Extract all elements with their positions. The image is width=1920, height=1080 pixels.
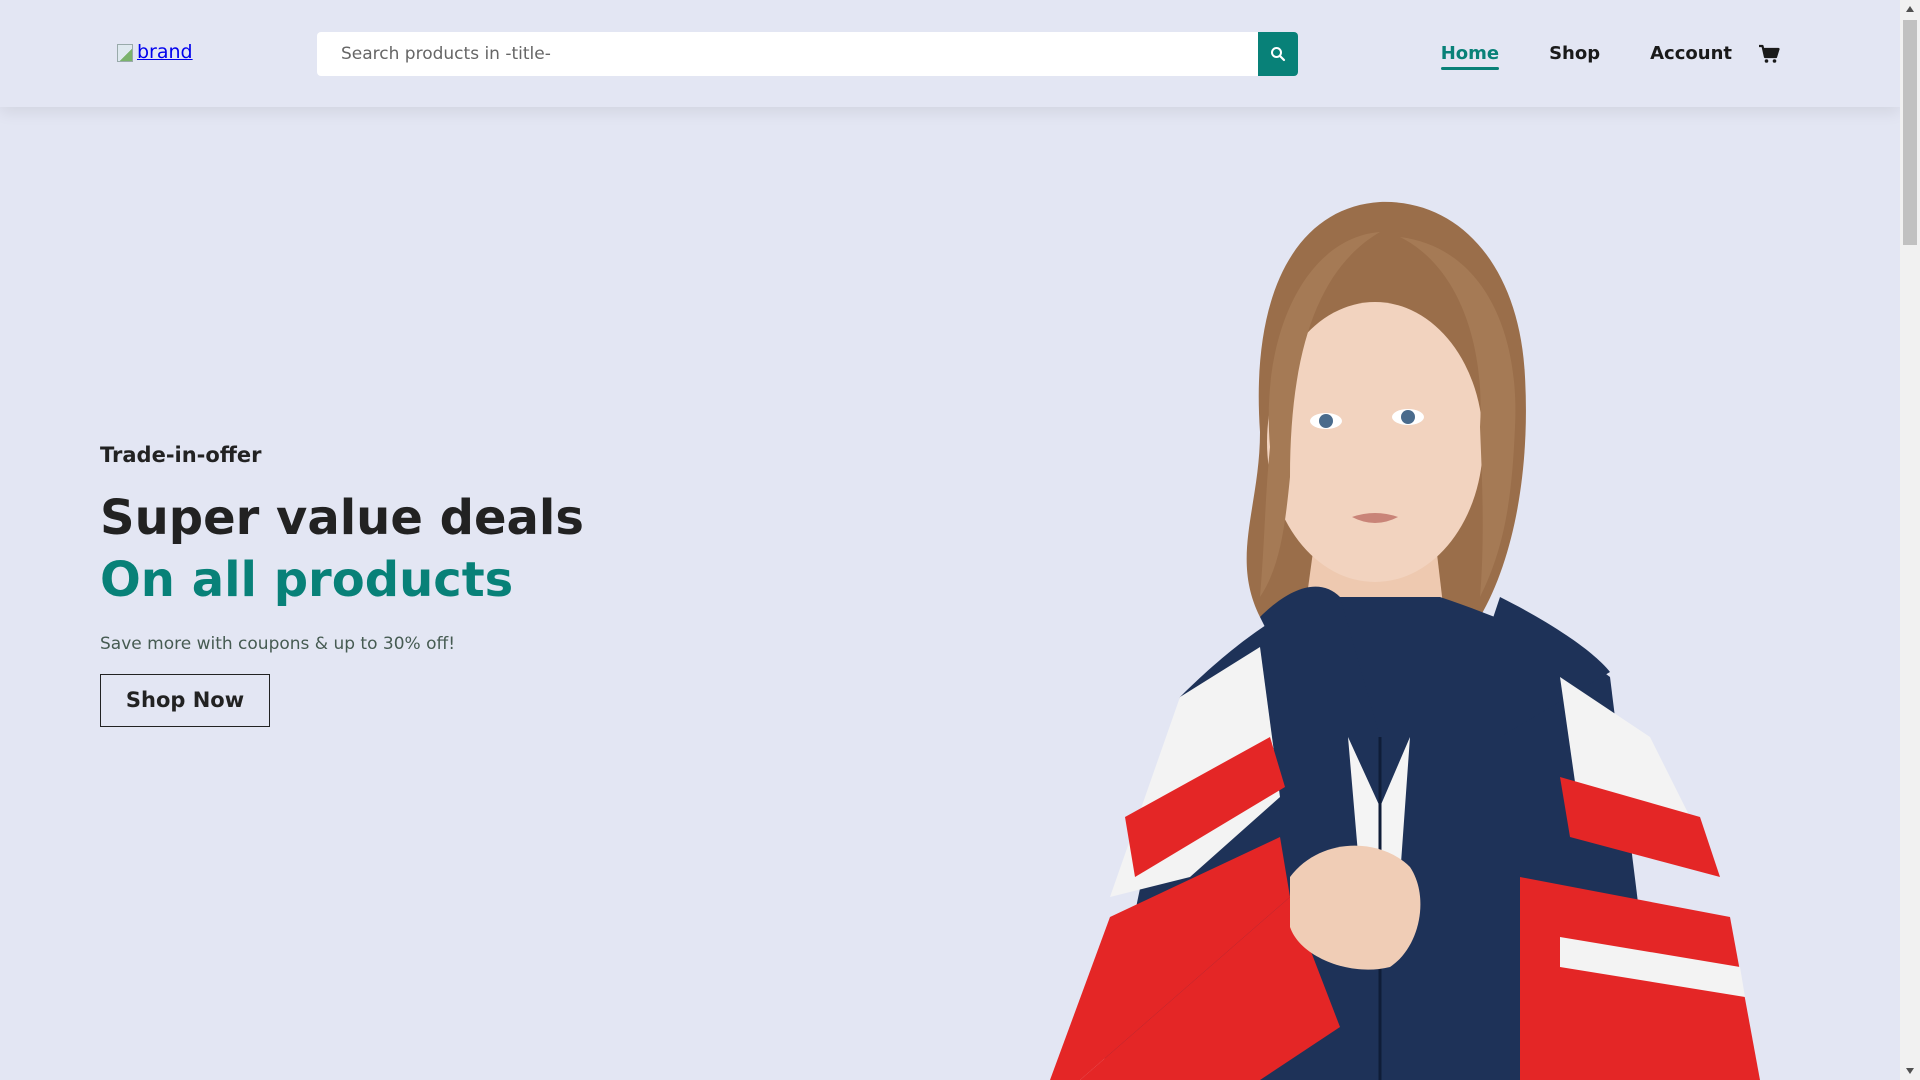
scrollbar[interactable]	[1900, 0, 1920, 1080]
broken-image-icon	[115, 42, 135, 62]
search-button[interactable]	[1258, 32, 1298, 76]
hero-model-image	[1050, 201, 1760, 1080]
hero-headline-accent: On all products	[100, 552, 514, 609]
nav-shop[interactable]: Shop	[1549, 43, 1600, 64]
scroll-thumb[interactable]	[1903, 20, 1917, 245]
shop-now-button[interactable]: Shop Now	[100, 673, 270, 727]
search-icon	[1271, 47, 1286, 62]
page: brand Home Shop Account	[0, 0, 1920, 1080]
search-bar	[317, 32, 1298, 76]
cart-icon	[1759, 44, 1780, 63]
hero-headline: Super value deals	[100, 490, 584, 546]
hero-subtext: Save more with coupons & up to 30% off!	[100, 633, 456, 654]
search-input[interactable]	[317, 32, 1258, 76]
scroll-down-arrow[interactable]	[1900, 1062, 1920, 1080]
scroll-up-arrow[interactable]	[1900, 0, 1920, 18]
site-header: brand Home Shop Account	[0, 0, 1900, 107]
hero-text: Trade-in-offer Super value deals On all …	[100, 443, 800, 727]
hero-offer: Trade-in-offer	[100, 443, 262, 467]
brand-alt-text: brand	[137, 41, 193, 63]
chevron-up-icon	[1906, 6, 1914, 12]
cart-button[interactable]	[1758, 44, 1780, 64]
nav-home[interactable]: Home	[1440, 43, 1500, 70]
main-nav: Home Shop Account	[1391, 0, 1780, 107]
nav-account[interactable]: Account	[1650, 43, 1732, 64]
hero-section: Trade-in-offer Super value deals On all …	[0, 107, 1900, 1080]
brand-logo[interactable]: brand	[115, 41, 193, 63]
chevron-down-icon	[1906, 1068, 1914, 1074]
